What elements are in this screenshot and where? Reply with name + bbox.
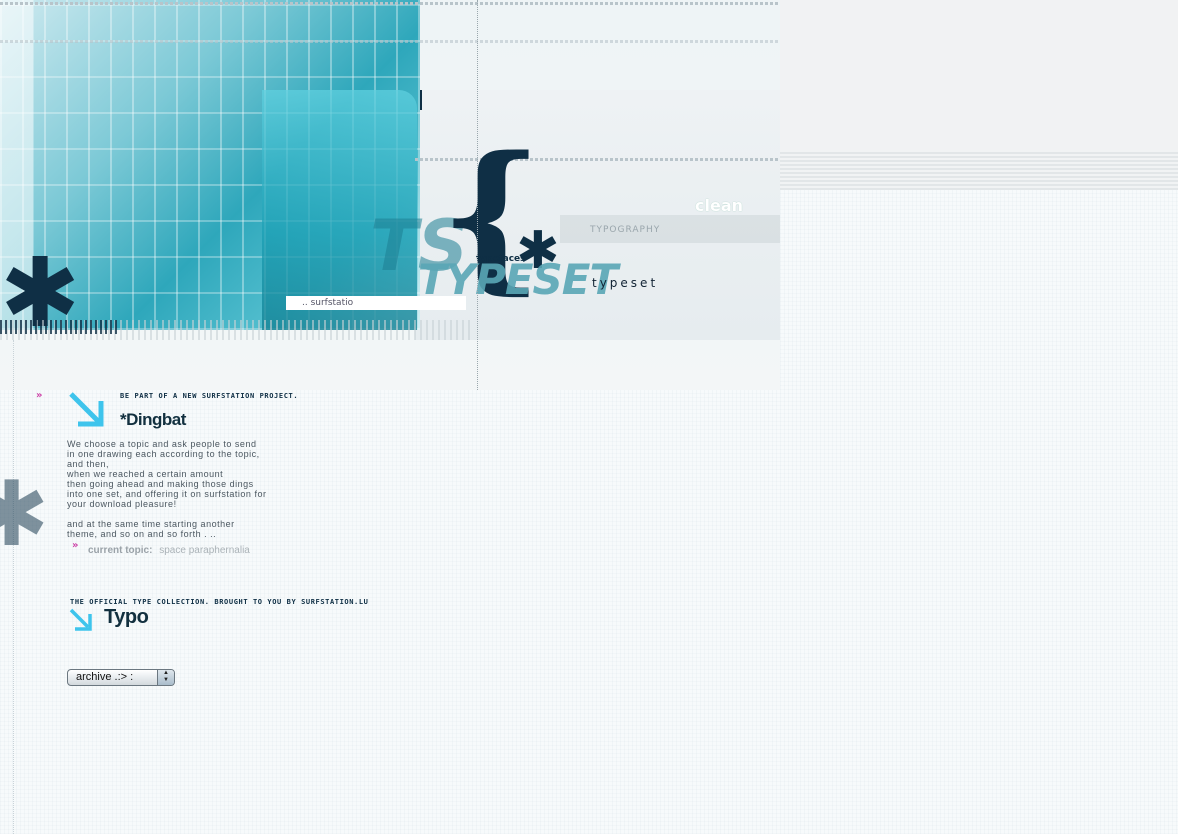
splat-star-icon: ✱ (0, 462, 50, 567)
current-topic-value: space paraphernalia (159, 545, 250, 556)
header-banner: TS { ✱ ✱ TYPESET typefaces typeset clean… (0, 0, 780, 390)
current-topic-label: current topic: (88, 545, 153, 556)
archive-select-value: archive .:> : (76, 671, 134, 683)
surfstation-tag: .. surfstatio (286, 296, 466, 310)
dingbat-tagline: BE PART OF A NEW SURFSTATION PROJECT. (120, 392, 299, 400)
current-topic: current topic: space paraphernalia (88, 545, 250, 556)
header-divider (477, 0, 478, 390)
chevron-icon: » (72, 540, 79, 551)
clean-label: clean (695, 196, 744, 215)
typo-tagline: THE OFFICIAL TYPE COLLECTION. BROUGHT TO… (70, 598, 369, 606)
typefaces-label: typefaces (476, 254, 526, 264)
dingbat-arrow-icon[interactable] (68, 391, 106, 429)
dingbat-title-link[interactable]: *Dingbat (120, 410, 186, 430)
header-mark (420, 90, 422, 110)
header-glitch-band (780, 150, 1178, 190)
typo-title-link[interactable]: Typo (104, 606, 149, 629)
dingbat-description: We choose a topic and ask people to send… (67, 439, 267, 509)
select-arrows-icon: ▲ ▼ (157, 670, 174, 685)
left-rule (13, 340, 14, 834)
chevron-icon: » (36, 390, 43, 401)
archive-select[interactable]: archive .:> : ▲ ▼ (67, 669, 175, 686)
header-glitch-line (0, 40, 780, 43)
dingbat-description-2: and at the same time starting another th… (67, 519, 235, 539)
header-right-backdrop (780, 0, 1178, 150)
typography-label: TYPOGRAPHY (590, 225, 661, 235)
typeset-label: typeset (592, 276, 659, 290)
header-glitch-line (0, 2, 780, 5)
typo-arrow-icon[interactable] (69, 608, 93, 632)
header-ticks (0, 320, 120, 334)
